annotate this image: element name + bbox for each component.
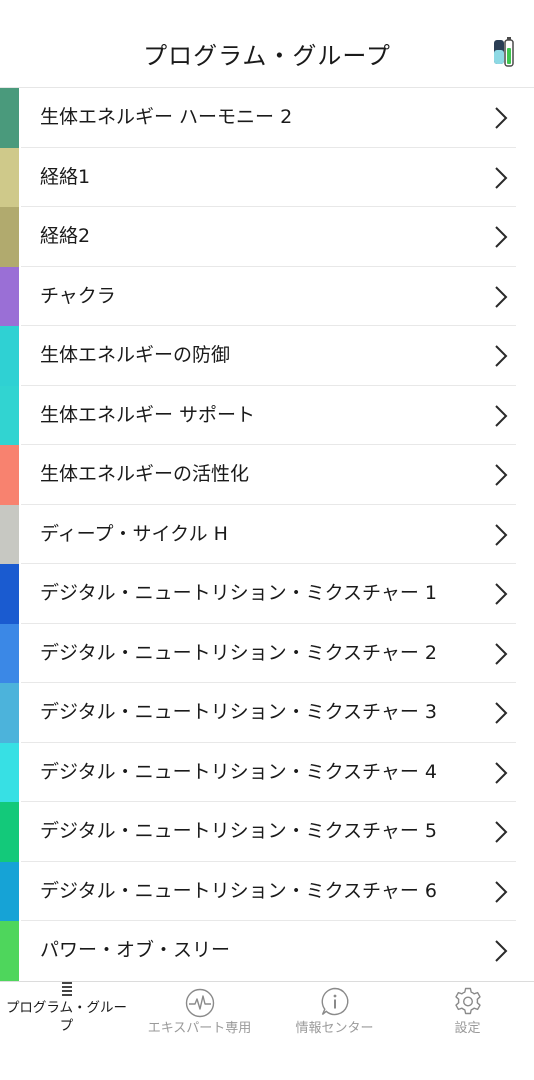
list-item[interactable]: 生体エネルギー サポート xyxy=(0,385,534,445)
list-item[interactable]: 経絡1 xyxy=(0,147,534,207)
page-title: プログラム・グループ xyxy=(143,42,391,70)
group-color-bar xyxy=(0,385,19,445)
chevron-right-icon xyxy=(495,464,508,486)
group-label: 生体エネルギーの活性化 xyxy=(40,463,250,485)
list-item[interactable]: パワー・オブ・スリー xyxy=(0,921,534,981)
tab-bar: プログラム・グループ エキスパート専用 情報センター 設定 xyxy=(0,981,534,1080)
group-label: パワー・オブ・スリー xyxy=(40,939,231,961)
tab-expert-only[interactable]: エキスパート専用 xyxy=(133,982,266,1080)
list-item[interactable]: デジタル・ニュートリション・ミクスチャー 6 xyxy=(0,861,534,921)
group-color-bar xyxy=(0,445,19,505)
group-color-bar xyxy=(0,861,19,921)
group-color-bar xyxy=(0,623,19,683)
chevron-right-icon xyxy=(495,345,508,367)
tab-info-center-label: 情報センター xyxy=(295,1021,374,1036)
chevron-right-icon xyxy=(495,702,508,724)
chevron-right-icon xyxy=(495,166,508,189)
list-item[interactable]: ディープ・サイクル H xyxy=(0,504,534,564)
group-color-bar xyxy=(0,564,19,624)
group-label: デジタル・ニュートリション・ミクスチャー 1 xyxy=(40,582,437,604)
group-label: 経絡1 xyxy=(40,165,91,188)
chevron-right-icon xyxy=(495,880,508,903)
pulse-icon xyxy=(185,988,214,1018)
app-screen: プログラム・グループ 生体エネルギー ハーモニー 2 経絡1 経絡2 チャクラ生体エネ… xyxy=(0,0,534,1080)
list-item[interactable]: デジタル・ニュートリション・ミクスチャー 3 xyxy=(0,683,534,743)
list-icon xyxy=(61,982,72,996)
list-item[interactable]: 経絡2 xyxy=(0,207,534,267)
list-item[interactable]: デジタル・ニュートリション・ミクスチャー 5 xyxy=(0,802,534,862)
program-group-list: 生体エネルギー ハーモニー 2 経絡1 経絡2 チャクラ 生体エネルギーの防御 生体エネル… xyxy=(0,88,534,981)
group-color-bar xyxy=(0,742,19,802)
chevron-right-icon xyxy=(495,404,508,427)
group-color-bar xyxy=(0,921,19,981)
chevron-right-icon xyxy=(495,226,508,248)
group-label: ディープ・サイクル H xyxy=(40,522,228,545)
chevron-right-icon xyxy=(495,940,508,962)
tab-settings[interactable]: 設定 xyxy=(401,982,534,1080)
group-color-bar xyxy=(0,326,19,386)
battery-icon[interactable] xyxy=(492,36,522,70)
gear-icon xyxy=(454,987,481,1015)
list-item[interactable]: 生体エネルギーの活性化 xyxy=(0,445,534,505)
navigation-header: プログラム・グループ xyxy=(0,0,534,88)
info-icon xyxy=(321,987,348,1016)
chevron-right-icon xyxy=(495,821,508,843)
list-item[interactable]: デジタル・ニュートリション・ミクスチャー 2 xyxy=(0,623,534,683)
group-label: 経絡2 xyxy=(40,225,91,247)
list-item[interactable]: 生体エネルギー ハーモニー 2 xyxy=(0,88,534,148)
group-label: 生体エネルギーの防御 xyxy=(40,344,231,366)
group-label: デジタル・ニュートリション・ミクスチャー 3 xyxy=(40,701,437,723)
group-color-bar xyxy=(0,504,19,564)
list-item[interactable]: デジタル・ニュートリション・ミクスチャー 4 xyxy=(0,742,534,802)
group-label: チャクラ xyxy=(40,284,116,307)
chevron-right-icon xyxy=(495,285,508,308)
chevron-right-icon xyxy=(495,642,508,665)
group-label: 生体エネルギー サポート xyxy=(40,403,256,426)
group-color-bar xyxy=(0,266,19,326)
tab-settings-label: 設定 xyxy=(454,1021,481,1036)
group-color-bar xyxy=(0,683,19,743)
chevron-right-icon xyxy=(495,761,508,784)
list-item[interactable]: デジタル・ニュートリション・ミクスチャー 1 xyxy=(0,564,534,624)
group-label: デジタル・ニュートリション・ミクスチャー 5 xyxy=(40,820,437,842)
tab-info-center[interactable]: 情報センター xyxy=(268,982,401,1080)
tab-program-groups-label: プログラム・グループ xyxy=(5,1000,128,1034)
chevron-right-icon xyxy=(495,107,508,129)
group-color-bar xyxy=(0,802,19,862)
group-label: 生体エネルギー ハーモニー 2 xyxy=(40,106,293,128)
group-label: デジタル・ニュートリション・ミクスチャー 6 xyxy=(40,879,437,902)
group-color-bar xyxy=(0,88,19,148)
tab-expert-only-label: エキスパート専用 xyxy=(147,1021,252,1036)
list-item[interactable]: チャクラ xyxy=(0,266,534,326)
chevron-right-icon xyxy=(495,523,508,546)
tab-program-groups[interactable]: プログラム・グループ xyxy=(0,982,133,1080)
group-color-bar xyxy=(0,147,19,207)
group-label: デジタル・ニュートリション・ミクスチャー 2 xyxy=(40,641,437,664)
chevron-right-icon xyxy=(495,583,508,605)
group-label: デジタル・ニュートリション・ミクスチャー 4 xyxy=(40,760,437,783)
list-item[interactable]: 生体エネルギーの防御 xyxy=(0,326,534,386)
group-color-bar xyxy=(0,207,19,267)
